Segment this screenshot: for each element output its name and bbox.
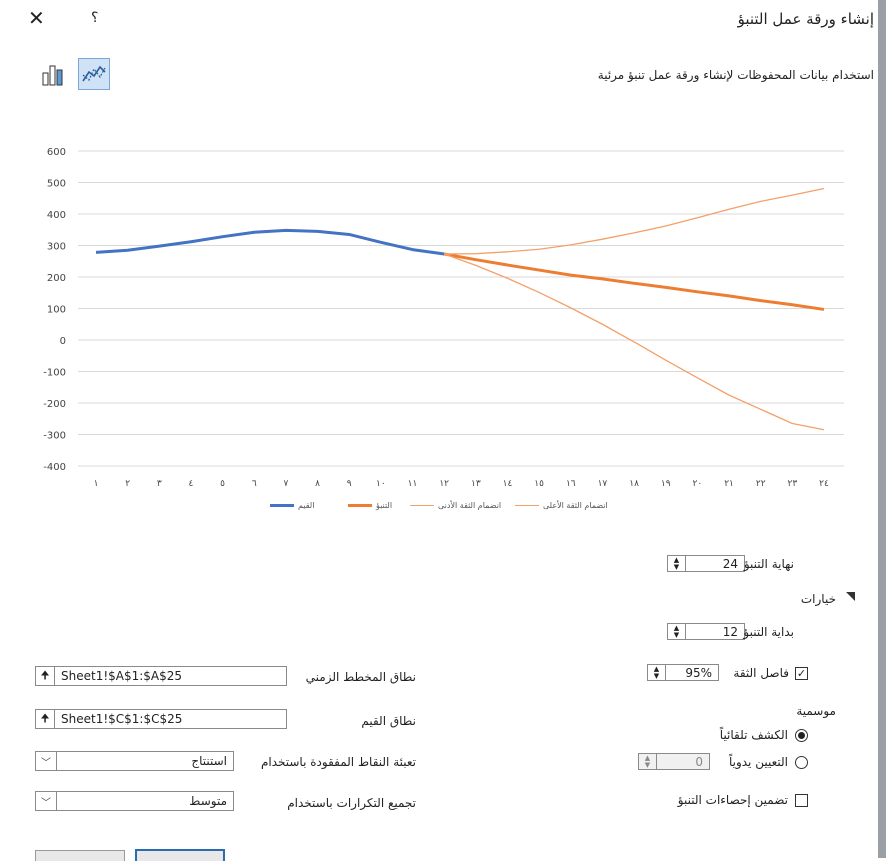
x-tick-label: ٢٣ (788, 479, 798, 489)
dialog-title: إنشاء ورقة عمل التنبؤ (737, 10, 874, 28)
column-chart-icon[interactable] (38, 60, 68, 90)
x-tick-label: ١٢ (439, 479, 449, 489)
y-tick-label: 300 (47, 242, 66, 253)
legend-swatch (515, 505, 539, 506)
x-tick-label: ١٠ (376, 479, 386, 489)
x-tick-label: ١٦ (566, 479, 576, 489)
x-tick-label: ١١ (408, 479, 418, 489)
x-tick-label: ٩ (347, 479, 352, 489)
include-stats-label: تضمين إحصاءات التنبؤ (677, 793, 788, 807)
x-tick-label: ٤ (189, 479, 194, 489)
y-tick-label: 500 (47, 179, 66, 190)
dialog-subtitle: استخدام بيانات المحفوظات لإنشاء ورقة عمل… (597, 68, 874, 82)
legend-item: التنبؤ (348, 501, 392, 510)
chevron-down-icon[interactable]: ﹀ (36, 792, 57, 810)
legend-label: التنبؤ (376, 501, 393, 510)
chart-legend: القيم التنبؤ انضمام الثقة الأدنى انضمام الث… (270, 501, 630, 517)
y-tick-label: -300 (43, 431, 66, 442)
help-icon[interactable]: ؟ (91, 10, 98, 26)
missing-points-select[interactable]: ﹀ استنتاج (35, 751, 234, 771)
x-tick-label: ٢٢ (756, 479, 766, 489)
create-button[interactable] (135, 849, 225, 861)
legend-swatch (348, 504, 372, 507)
timeline-range-label: نطاق المخطط الزمني (305, 670, 416, 684)
confidence-checkbox[interactable]: ✓ (795, 667, 808, 680)
forecast-end-label: نهاية التنبؤ (743, 557, 794, 571)
x-tick-label: ١٨ (629, 479, 639, 489)
legend-label: انضمام الثقة الأدنى (438, 501, 502, 510)
y-tick-label: 200 (47, 273, 66, 284)
line-chart-icon[interactable] (78, 58, 110, 90)
legend-item: القيم (270, 501, 314, 510)
x-tick-label: ١٩ (661, 479, 671, 489)
confidence-label: فاصل الثقة (733, 666, 789, 680)
x-tick-label: ٣ (157, 479, 162, 489)
duplicates-select[interactable]: ﹀ متوسط (35, 791, 234, 811)
spinner-arrows-icon[interactable]: ▲ ▼ (668, 556, 686, 571)
x-tick-label: ١٥ (534, 479, 544, 489)
options-toggle[interactable]: خيارات (801, 592, 836, 606)
x-tick-label: ٢٤ (819, 479, 829, 489)
x-tick-label: ٧ (283, 479, 288, 489)
manual-radio[interactable] (795, 756, 808, 769)
legend-swatch (270, 504, 294, 507)
y-tick-label: -100 (43, 368, 66, 379)
x-tick-label: ١٤ (503, 479, 513, 489)
spinner-arrows-icon[interactable]: ▲ ▼ (639, 754, 657, 769)
missing-points-label: تعبئة النقاط المفقودة باستخدام (260, 755, 416, 769)
forecast-chart: 6005004003002001000-100-200-300-400١ ٢ ٣ ٤ ٥… (43, 147, 844, 489)
series-line (95, 228, 445, 256)
timeline-range-input[interactable]: 🠉 Sheet1!$A$1:$A$25 (35, 666, 287, 686)
x-tick-label: ٢١ (724, 479, 734, 489)
seasonality-label: موسمية (796, 704, 836, 718)
collapse-range-icon[interactable]: 🠉 (36, 667, 55, 685)
legend-label: انضمام الثقة الأعلى (543, 501, 608, 510)
include-stats-checkbox[interactable] (795, 794, 808, 807)
values-range-input[interactable]: 🠉 Sheet1!$C$1:$C$25 (35, 709, 287, 729)
values-range-label: نطاق القيم (361, 714, 416, 728)
x-tick-label: ١ (94, 479, 99, 489)
collapse-triangle-icon[interactable] (846, 592, 855, 601)
x-tick-label: ٨ (315, 479, 320, 489)
auto-detect-label: الكشف تلقائياً (719, 728, 788, 742)
forecast-start-label: بداية التنبؤ (743, 625, 794, 639)
chevron-down-icon[interactable]: ﹀ (36, 752, 57, 770)
auto-detect-radio[interactable] (795, 729, 808, 742)
close-icon[interactable]: ✕ (28, 6, 45, 30)
series-line (444, 187, 825, 255)
x-tick-label: ٢ (125, 479, 130, 489)
spinner-arrows-icon[interactable]: ▲ ▼ (648, 665, 666, 680)
legend-item: انضمام الثقة الأدنى (410, 501, 501, 510)
series-line (443, 252, 825, 311)
duplicates-label: تجميع التكرارات باستخدام (287, 796, 416, 810)
x-tick-label: ٥ (220, 479, 225, 489)
y-tick-label: 600 (47, 147, 66, 158)
legend-label: القيم (298, 501, 315, 510)
spinner-arrows-icon[interactable]: ▲ ▼ (668, 624, 686, 639)
x-tick-label: ٢٠ (693, 479, 703, 489)
manual-label: التعيين يدوياً (728, 755, 788, 769)
x-tick-label: ٦ (252, 479, 257, 489)
x-tick-label: ١٣ (471, 479, 481, 489)
forecast-end-spinner[interactable]: ▲ ▼ 24 (667, 555, 745, 572)
y-tick-label: 400 (47, 210, 66, 221)
y-tick-label: 100 (47, 305, 66, 316)
y-tick-label: -200 (43, 399, 66, 410)
confidence-spinner[interactable]: ▲ ▼ 95% (647, 664, 719, 681)
collapse-range-icon[interactable]: 🠉 (36, 710, 55, 728)
y-tick-label: 0 (60, 336, 66, 347)
x-tick-label: ١٧ (598, 479, 608, 489)
legend-item: انضمام الثقة الأعلى (515, 501, 608, 510)
manual-seasonality-spinner[interactable]: ▲ ▼ 0 (638, 753, 710, 770)
cancel-button[interactable] (35, 850, 125, 861)
forecast-start-spinner[interactable]: ▲ ▼ 12 (667, 623, 745, 640)
legend-swatch (410, 505, 434, 506)
y-tick-label: -400 (43, 462, 66, 473)
